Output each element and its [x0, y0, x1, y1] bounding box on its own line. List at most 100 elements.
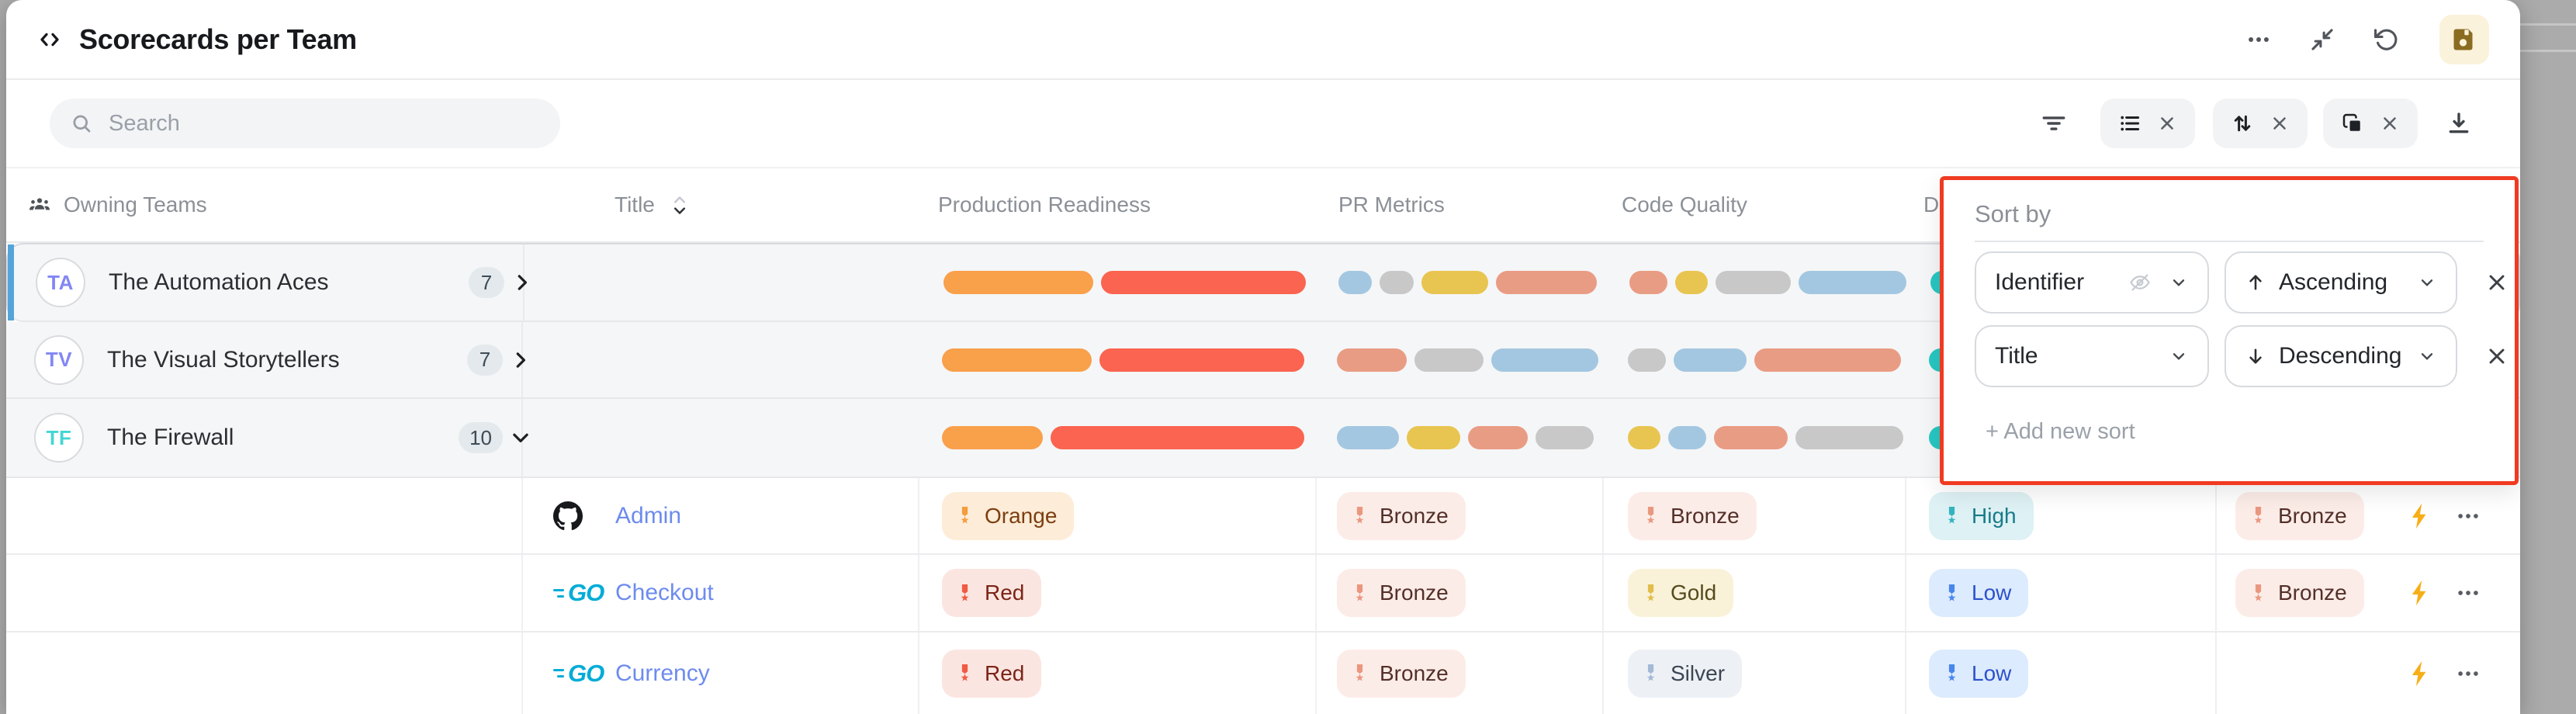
chevron-down-icon: [2417, 272, 2437, 293]
team-avatar: TF: [34, 413, 84, 463]
add-new-sort-link[interactable]: + Add new sort: [1986, 419, 2135, 445]
medal-icon: [954, 583, 975, 604]
download-icon[interactable]: [2446, 99, 2472, 148]
bar-segment-yellow: [1421, 271, 1488, 294]
bar-segment-grey: [1628, 348, 1666, 372]
badge-label: High: [1972, 504, 2017, 529]
lightning-icon[interactable]: [2405, 659, 2435, 688]
bar-segment-red: [1099, 348, 1304, 372]
bar-segment-blue: [1491, 348, 1598, 372]
chevron-right-icon[interactable]: [509, 348, 532, 372]
code-icon: [37, 27, 62, 52]
row-menu-icon[interactable]: [2455, 660, 2481, 687]
sort-field-select-1[interactable]: Identifier: [1975, 251, 2209, 314]
chevron-down-icon: [2417, 346, 2437, 366]
chevron-right-icon[interactable]: [511, 271, 534, 294]
badge-label: Low: [1972, 581, 2011, 605]
sort-field-select-2[interactable]: Title: [1975, 325, 2209, 387]
medal-icon: [954, 505, 975, 526]
badge-label: Bronze: [2278, 581, 2347, 605]
badge-label: Bronze: [1380, 661, 1449, 686]
filter-icon[interactable]: [2041, 99, 2067, 148]
clear-stack-icon[interactable]: [2380, 113, 2400, 133]
column-header-title[interactable]: Title: [615, 168, 687, 241]
column-divider: [2215, 633, 2217, 714]
collapse-icon[interactable]: [2309, 26, 2335, 53]
chevron-down-icon: [2169, 272, 2189, 293]
save-icon: [2450, 26, 2478, 54]
remove-sort-1-button[interactable]: [2470, 251, 2520, 314]
score-distribution-bars: [1337, 426, 1594, 449]
bar-segment-grey: [1414, 348, 1484, 372]
medal-icon: [1349, 583, 1370, 604]
page-title: Scorecards per Team: [79, 23, 357, 56]
more-options-icon[interactable]: [2245, 26, 2272, 53]
github-icon: [553, 501, 583, 531]
score-distribution-bars: [943, 271, 1306, 294]
lightning-icon[interactable]: [2405, 578, 2435, 608]
remove-sort-2-button[interactable]: [2470, 325, 2520, 387]
go-logo-icon: GO: [553, 660, 604, 688]
level-badge-bronze: Bronze: [2235, 492, 2364, 540]
level-badge-bronze: Bronze: [2235, 569, 2364, 617]
sort-pill[interactable]: [2213, 99, 2308, 148]
divider: [1975, 241, 2484, 242]
clear-sort-icon[interactable]: [2270, 113, 2290, 133]
level-badge-bronze: Bronze: [1337, 492, 1466, 540]
score-distribution-bars: [1628, 348, 1901, 372]
toolbar: [6, 80, 2520, 168]
column-divider: [1905, 555, 1906, 631]
clear-group-icon[interactable]: [2157, 113, 2177, 133]
sort-direction-value: Ascending: [2279, 269, 2387, 296]
sort-direction-value: Descending: [2279, 343, 2401, 369]
medal-icon: [1640, 663, 1661, 684]
sort-direction-select-1[interactable]: Ascending: [2225, 251, 2457, 314]
page-background: Scorecards per Team: [0, 0, 2576, 714]
arrow-up-icon: [2245, 272, 2266, 293]
team-name: The Visual Storytellers: [107, 347, 340, 373]
bar-segment-yellow: [1675, 271, 1708, 294]
team-count-badge: 10: [459, 422, 503, 453]
search-icon: [70, 112, 93, 135]
service-link[interactable]: Currency: [615, 660, 710, 687]
sort-arrows-icon: [2231, 112, 2254, 135]
chevron-down-icon: [2169, 346, 2189, 366]
bar-segment-grey: [1716, 271, 1791, 294]
bar-segment-salmon: [1714, 426, 1788, 449]
column-divider: [1315, 555, 1317, 631]
bar-segment-salmon: [1629, 271, 1667, 294]
undo-icon[interactable]: [2373, 26, 2399, 53]
group-by-pill[interactable]: [2100, 99, 2195, 148]
search-input[interactable]: [109, 111, 512, 137]
badge-label: Bronze: [1671, 504, 1740, 529]
badge-label: Bronze: [2278, 504, 2347, 529]
row-menu-icon[interactable]: [2455, 503, 2481, 529]
search-box[interactable]: [50, 99, 560, 148]
bar-segment-red: [1051, 426, 1304, 449]
service-row[interactable]: AdminOrangeBronzeBronzeHighBronze: [6, 478, 2520, 555]
column-divider: [1602, 633, 1604, 714]
column-divider: [918, 633, 919, 714]
service-row[interactable]: GOCheckoutRedBronzeGoldLowBronze: [6, 555, 2520, 633]
team-icon: [28, 193, 51, 217]
sort-direction-select-2[interactable]: Descending: [2225, 325, 2457, 387]
service-link[interactable]: Checkout: [615, 580, 714, 606]
medal-icon: [1941, 663, 1962, 684]
bar-segment-yellow: [1628, 426, 1660, 449]
medal-icon: [1349, 505, 1370, 526]
service-row[interactable]: GOCurrencyRedBronzeSilverLow: [6, 633, 2520, 714]
column-label: Owning Teams: [64, 192, 207, 217]
chevron-down-icon[interactable]: [509, 426, 532, 449]
bar-segment-orange: [943, 271, 1093, 294]
lightning-icon[interactable]: [2405, 501, 2435, 531]
save-button[interactable]: [2439, 15, 2489, 64]
badge-label: Red: [985, 661, 1024, 686]
row-menu-icon[interactable]: [2455, 580, 2481, 606]
column-header-production-readiness: Production Readiness: [938, 168, 1151, 241]
bar-segment-red: [1101, 271, 1306, 294]
badge-label: Bronze: [1380, 504, 1449, 529]
column-label: Title: [615, 192, 655, 217]
stack-pill[interactable]: [2323, 99, 2418, 148]
service-link[interactable]: Admin: [615, 503, 681, 529]
level-badge-bronze: Bronze: [1628, 492, 1757, 540]
